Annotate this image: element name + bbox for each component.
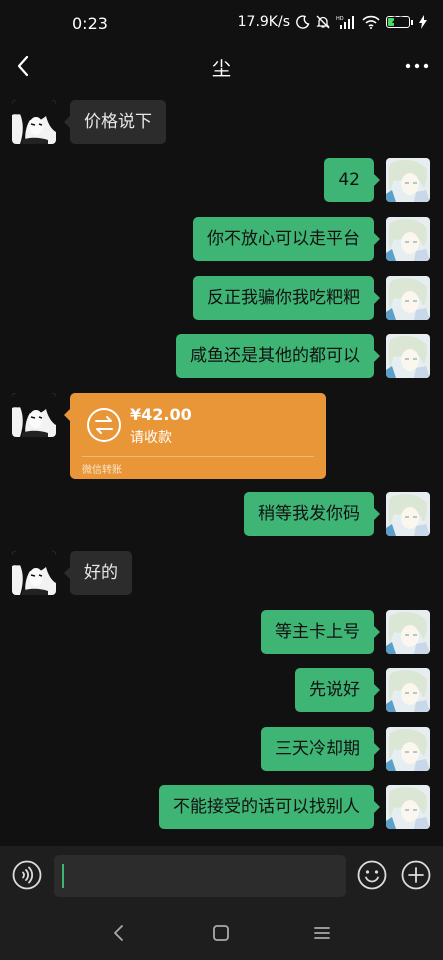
- outgoing-message[interactable]: 先说好: [295, 668, 380, 712]
- my-avatar[interactable]: [386, 785, 430, 829]
- status-bar: 0:23 17.9K/s HD 23: [0, 0, 443, 46]
- transfer-footer: 微信转账: [82, 465, 122, 476]
- transfer-card[interactable]: ¥42.00 请收款 微信转账: [64, 393, 326, 479]
- incoming-message[interactable]: 好的: [64, 551, 132, 595]
- moon-icon: [296, 15, 310, 29]
- my-avatar[interactable]: [386, 492, 430, 536]
- outgoing-message[interactable]: 你不放心可以走平台: [193, 217, 380, 261]
- outgoing-message[interactable]: 稍等我发你码: [244, 492, 380, 536]
- charging-icon: [419, 15, 427, 29]
- status-icons: 17.9K/s HD 23: [238, 14, 427, 30]
- divider: [82, 456, 314, 457]
- svg-text:HD: HD: [336, 16, 344, 22]
- my-avatar[interactable]: [386, 217, 430, 261]
- plus-circle-icon[interactable]: [401, 860, 431, 890]
- chat-header: 尘: [0, 46, 443, 86]
- emoji-icon[interactable]: [357, 860, 387, 890]
- battery-level: 23: [391, 16, 405, 26]
- incoming-message[interactable]: 价格说下: [64, 100, 166, 144]
- wifi-icon: [362, 15, 380, 29]
- network-speed: 17.9K/s: [237, 14, 290, 30]
- voice-icon[interactable]: [12, 860, 42, 890]
- more-dots-icon[interactable]: [403, 52, 431, 80]
- battery-icon: 23: [386, 16, 413, 28]
- outgoing-message[interactable]: 反正我骗你我吃粑粑: [193, 276, 380, 320]
- my-avatar[interactable]: [386, 610, 430, 654]
- status-time: 0:23: [72, 14, 108, 33]
- message-input[interactable]: [54, 855, 346, 897]
- contact-avatar[interactable]: [12, 393, 56, 437]
- transfer-status: 请收款: [130, 430, 172, 446]
- input-bar: [0, 846, 443, 906]
- outgoing-message[interactable]: 三天冷却期: [261, 727, 380, 771]
- hd-signal-icon: HD: [336, 15, 356, 29]
- my-avatar[interactable]: [386, 727, 430, 771]
- mute-bell-icon: [316, 15, 330, 29]
- my-avatar[interactable]: [386, 334, 430, 378]
- transfer-arrows-icon: [86, 407, 122, 443]
- home-icon[interactable]: [210, 922, 232, 944]
- outgoing-message[interactable]: 等主卡上号: [261, 610, 380, 654]
- outgoing-message[interactable]: 咸鱼还是其他的都可以: [176, 334, 380, 378]
- text-cursor: [62, 864, 64, 888]
- my-avatar[interactable]: [386, 276, 430, 320]
- my-avatar[interactable]: [386, 158, 430, 202]
- menu-icon[interactable]: [311, 922, 333, 944]
- contact-avatar[interactable]: [12, 100, 56, 144]
- my-avatar[interactable]: [386, 668, 430, 712]
- system-nav-bar: [0, 906, 443, 960]
- outgoing-message[interactable]: 42: [324, 158, 380, 202]
- back-icon[interactable]: [108, 922, 130, 944]
- contact-avatar[interactable]: [12, 551, 56, 595]
- chat-title: 尘: [211, 58, 231, 80]
- outgoing-message[interactable]: 不能接受的话可以找别人: [159, 785, 380, 829]
- transfer-amount: ¥42.00: [130, 405, 192, 424]
